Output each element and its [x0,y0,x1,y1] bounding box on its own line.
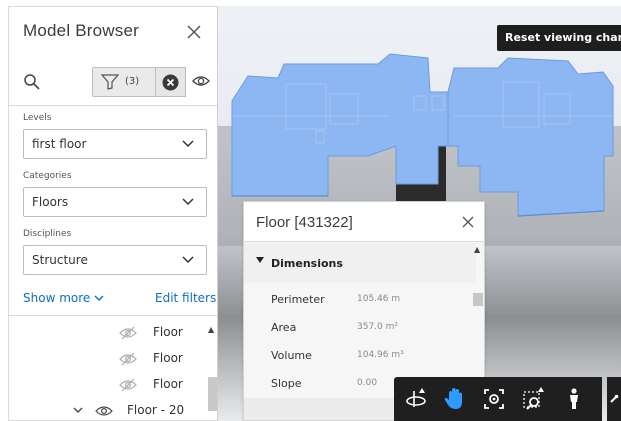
header-divider [9,105,217,106]
properties-title: Floor [431322] [256,214,353,231]
caret-down-icon [256,257,264,263]
scroll-up-icon[interactable]: ▲ [208,325,214,334]
eye-hidden-icon[interactable] [119,326,137,340]
levels-select[interactable]: first floor [23,129,207,159]
orbit-icon[interactable] [402,385,430,413]
zoom-window-icon[interactable] [520,385,548,413]
close-icon[interactable] [185,23,203,41]
show-more-label: Show more [23,291,91,305]
tree-item-label: Floor [153,351,183,365]
eye-hidden-icon[interactable] [119,378,137,392]
property-key: Slope [271,377,302,390]
categories-value: Floors [32,195,69,209]
pan-icon[interactable] [440,385,468,413]
dimensions-section-header[interactable]: Dimensions [244,243,476,283]
model-browser-header: Model Browser [9,7,217,61]
filter-funnel-icon [101,74,119,90]
tree-scrollbar[interactable]: ▲ [208,323,217,420]
tree-item[interactable]: Floor [9,346,209,372]
toolbar-overflow[interactable] [607,377,621,421]
property-value: 357.0 m² [357,322,399,332]
close-icon[interactable] [462,216,474,228]
property-key: Volume [271,349,312,362]
model-browser-title: Model Browser [23,21,139,40]
filter-count: (3) [125,76,140,87]
categories-select[interactable]: Floors [23,187,207,217]
property-key: Perimeter [271,293,325,306]
edit-filters-link[interactable]: Edit filters [155,291,216,305]
eye-hidden-icon[interactable] [119,352,137,366]
chevron-down-icon [94,295,104,301]
properties-header: Floor [431322] [244,202,484,242]
reset-viewing-changes-button[interactable]: Reset viewing changes [497,25,621,51]
disciplines-label: Disciplines [23,229,72,239]
visibility-eye-icon[interactable] [192,74,210,88]
tree-item-label: Floor [153,377,183,391]
scroll-up-icon[interactable]: ▲ [474,245,480,254]
focus-icon[interactable] [480,385,508,413]
property-row: Volume 104.96 m³ [244,341,476,369]
search-icon[interactable] [23,73,41,91]
categories-label: Categories [23,171,72,181]
first-person-icon[interactable] [560,385,588,413]
chevron-down-icon [182,140,194,148]
tree-item-label: Floor [153,325,183,339]
tree-item[interactable]: Floor [9,320,209,346]
chevron-down-icon [182,198,194,206]
filter-toggle-button[interactable]: (3) [92,67,156,97]
eye-icon[interactable] [95,404,113,418]
tree-item-label: Floor - 20 [127,403,185,417]
levels-value: first floor [32,137,87,151]
disciplines-select[interactable]: Structure [23,245,207,275]
scrollbar-thumb[interactable] [473,293,483,306]
show-more-link[interactable]: Show more [23,291,104,305]
section-title: Dimensions [271,257,343,270]
property-key: Area [271,321,297,334]
model-browser-panel: Model Browser (3) Levels first floor Cat… [8,6,218,421]
clear-filters-button[interactable] [156,67,186,97]
toolbar-main [394,377,602,421]
property-row: Area 357.0 m² [244,313,476,341]
property-value: 0.00 [357,378,378,388]
chevron-down-icon [182,256,194,264]
property-value: 105.46 m [357,294,401,304]
tree-item[interactable]: Floor [9,372,209,398]
levels-label: Levels [23,113,52,123]
tree-item-group[interactable]: Floor - 20 [9,398,209,420]
property-row: Perimeter 105.46 m [244,285,476,313]
tree-divider [9,315,217,316]
chevron-down-icon[interactable] [73,407,83,414]
disciplines-value: Structure [32,253,88,267]
wrench-icon[interactable] [609,394,619,404]
clear-circle-icon [162,74,179,91]
property-value: 104.96 m³ [357,350,404,360]
scrollbar-thumb[interactable] [208,377,217,411]
navigation-toolbar [394,377,621,421]
